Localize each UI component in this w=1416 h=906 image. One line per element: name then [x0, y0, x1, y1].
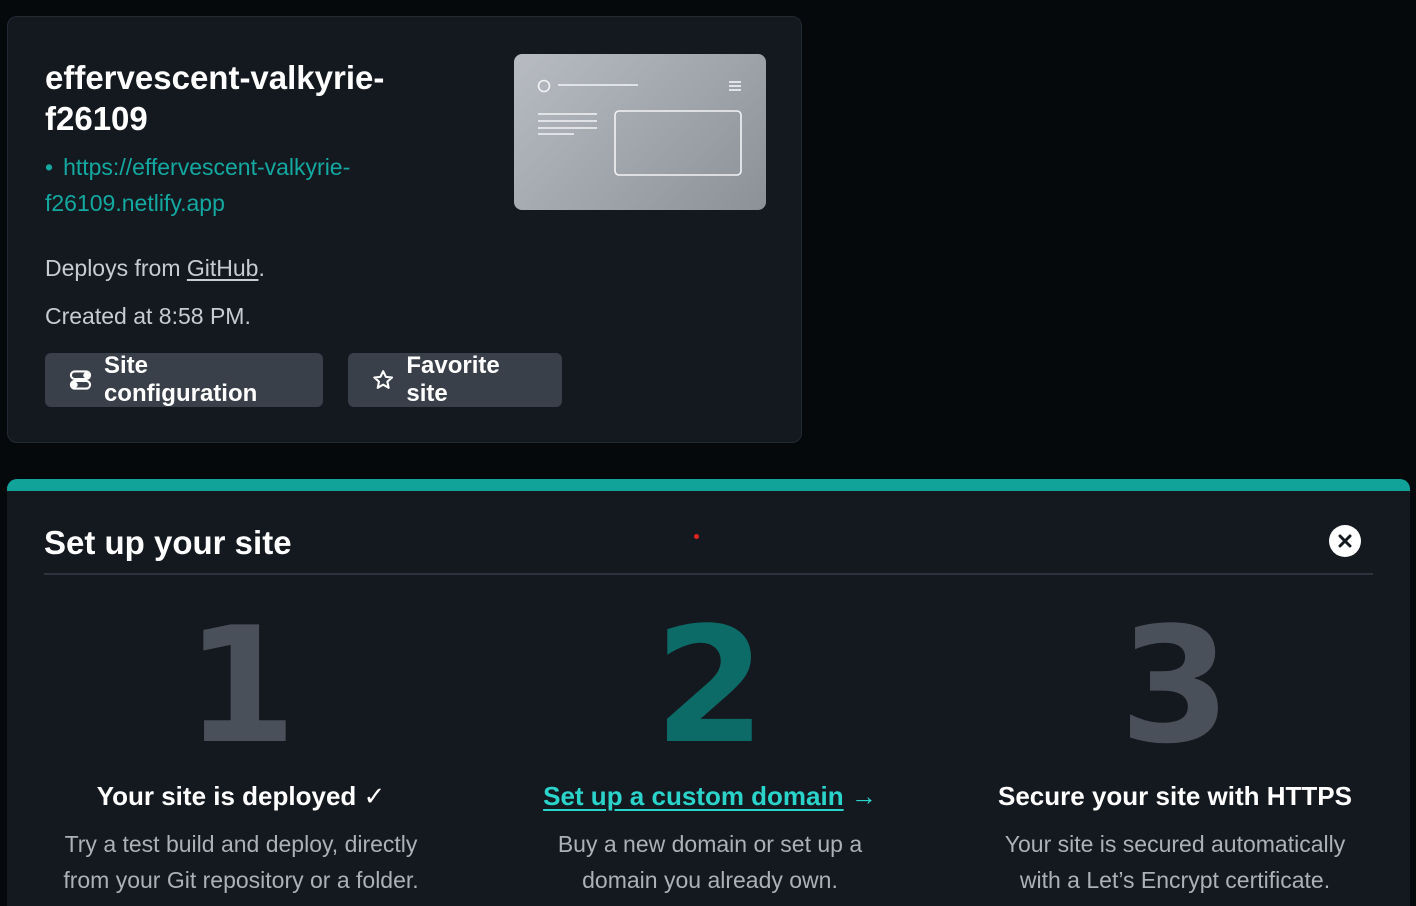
favorite-site-label: Favorite site [406, 352, 500, 407]
step-https: 3 Secure your site with HTTPS Your site … [960, 592, 1390, 898]
site-url-link[interactable]: • https://effervescent-valkyrie-f26109.ne… [45, 149, 485, 221]
setup-divider [44, 573, 1373, 575]
step-number: 1 [185, 592, 297, 779]
status-dot [694, 534, 699, 539]
toggles-icon [69, 370, 92, 390]
close-icon [1338, 534, 1352, 548]
setup-panel: Set up your site 1 Your site is deployed… [7, 479, 1410, 906]
site-configuration-button[interactable]: Site configuration [45, 352, 323, 407]
site-preview-thumbnail[interactable] [514, 54, 766, 210]
step-number: 2 [654, 592, 766, 779]
favorite-site-button[interactable]: Favorite site [348, 352, 562, 407]
custom-domain-link[interactable]: Set up a custom domain [543, 781, 844, 811]
step-description: Buy a new domain or set up a domain you … [557, 831, 863, 893]
url-bullet: • [45, 154, 54, 180]
star-outline-icon [373, 370, 394, 389]
step-heading: Your site is deployed ✓ [96, 781, 386, 811]
close-setup-button[interactable] [1329, 525, 1361, 557]
website-wireframe-icon [537, 79, 742, 176]
arrow-right-icon: → [850, 781, 877, 811]
site-overview-card: effervescent-valkyrie-f26109 • https://ef… [7, 16, 802, 443]
site-configuration-label: Site configuration [103, 352, 258, 407]
setup-title: Set up your site [44, 524, 292, 561]
created-time-text: Created at 8:58 PM. [45, 303, 251, 329]
site-name: effervescent-valkyrie-f26109 [45, 59, 385, 137]
deploy-source-text: Deploys from GitHub. [45, 253, 265, 283]
step-description: Your site is secured automatically with … [1004, 831, 1346, 893]
deploy-suffix: . [258, 255, 265, 281]
step-number: 3 [1119, 592, 1231, 779]
step-description: Try a test build and deploy, directly fr… [63, 831, 419, 893]
github-link[interactable]: GitHub [187, 255, 259, 281]
site-url-text: https://effervescent-valkyrie-f26109.net… [45, 154, 351, 216]
step-custom-domain: 2 Set up a custom domain → Buy a new dom… [495, 592, 925, 898]
step-deployed: 1 Your site is deployed ✓ Try a test bui… [26, 592, 456, 898]
deploy-prefix: Deploys from [45, 255, 187, 281]
step-heading: Secure your site with HTTPS [998, 781, 1352, 811]
step-heading: Set up a custom domain → [495, 778, 925, 814]
